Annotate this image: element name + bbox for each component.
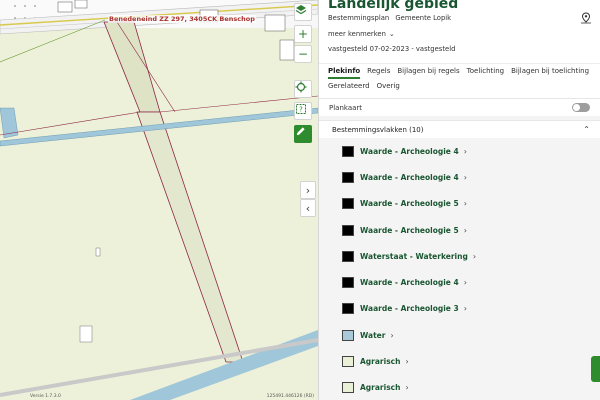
chevron-right-icon: › bbox=[463, 146, 467, 156]
list-item[interactable]: Waarde - Archeologie 3 › bbox=[319, 296, 600, 322]
item-label: Waarde - Archeologie 5 bbox=[360, 225, 459, 235]
color-swatch bbox=[342, 382, 354, 394]
item-label: Waarde - Archeologie 5 bbox=[360, 199, 459, 209]
layers-icon bbox=[295, 5, 307, 15]
list-item[interactable]: Agrarisch › bbox=[319, 375, 600, 400]
chevron-right-icon: › bbox=[463, 225, 467, 235]
chevron-up-icon: ⌃ bbox=[583, 125, 590, 134]
chevron-down-icon: ⌄ bbox=[388, 30, 395, 38]
coordinate-readout: 125491.446126 (RD) bbox=[266, 394, 314, 399]
chevron-right-icon: › bbox=[405, 383, 409, 393]
panel-header: Landelijk gebied Bestemmingsplan Gemeent… bbox=[319, 0, 600, 63]
color-swatch bbox=[342, 171, 354, 183]
plan-subtitle: Bestemmingsplan Gemeente Lopik bbox=[328, 14, 455, 22]
item-label: Waarde - Archeologie 4 bbox=[360, 278, 459, 288]
list-item[interactable]: Waarde - Archeologie 4 › bbox=[319, 138, 600, 164]
plankaart-label: Plankaart bbox=[329, 103, 363, 112]
color-swatch bbox=[342, 277, 354, 289]
map-pin-icon[interactable] bbox=[580, 12, 592, 24]
chevron-right-icon: › bbox=[463, 278, 467, 288]
address-label: Benedeneind ZZ 297, 3405CK Benschop bbox=[108, 15, 256, 23]
locate-button[interactable] bbox=[294, 80, 312, 98]
tab-regels[interactable]: Regels bbox=[367, 67, 390, 79]
more-properties-label: meer kenmerken bbox=[328, 30, 386, 38]
chevron-right-icon: › bbox=[463, 304, 467, 314]
plan-type: Bestemmingsplan bbox=[328, 14, 390, 22]
tab-toelichting[interactable]: Toelichting bbox=[467, 67, 504, 79]
chevron-right-icon: › bbox=[463, 199, 467, 209]
measure-button[interactable]: ? bbox=[294, 102, 312, 120]
more-properties-toggle[interactable]: meer kenmerken ⌄ bbox=[328, 30, 395, 38]
plan-status: vastgesteld 07-02-2023 - vastgesteld bbox=[328, 45, 456, 53]
next-button[interactable]: › bbox=[300, 181, 316, 199]
color-swatch bbox=[342, 145, 354, 157]
color-swatch bbox=[342, 250, 354, 262]
section-title: Bestemmingsvlakken (10) bbox=[332, 125, 424, 134]
list-item[interactable]: Water › bbox=[319, 322, 600, 348]
chevron-right-icon: › bbox=[405, 357, 409, 367]
color-swatch bbox=[342, 356, 354, 368]
zoom-in-button[interactable]: + bbox=[294, 25, 312, 43]
item-label: Agrarisch bbox=[360, 383, 401, 393]
tab-bijlagen-toelichting[interactable]: Bijlagen bij toelichting bbox=[511, 67, 589, 79]
measure-icon: ? bbox=[296, 104, 306, 114]
tab-bijlagen-regels[interactable]: Bijlagen bij regels bbox=[397, 67, 459, 79]
bestemmingsvlakken-list: Waarde - Archeologie 4 › Waarde - Archeol… bbox=[319, 138, 600, 400]
list-item[interactable]: Waarde - Archeologie 5 › bbox=[319, 191, 600, 217]
tab-overig[interactable]: Overig bbox=[377, 82, 400, 92]
tab-bar: Plekinfo Regels Bijlagen bij regels Toel… bbox=[319, 63, 600, 98]
item-label: Waterstaat - Waterkering bbox=[360, 251, 468, 261]
map-drawing bbox=[0, 0, 318, 400]
plan-owner: Gemeente Lopik bbox=[395, 14, 452, 22]
item-label: Waarde - Archeologie 3 bbox=[360, 304, 459, 314]
list-item[interactable]: Waarde - Archeologie 4 › bbox=[319, 269, 600, 295]
tab-plekinfo[interactable]: Plekinfo bbox=[328, 67, 361, 79]
plan-title: Landelijk gebied bbox=[328, 0, 459, 12]
list-item[interactable]: Waarde - Archeologie 4 › bbox=[319, 164, 600, 190]
tab-gerelateerd[interactable]: Gerelateerd bbox=[328, 82, 370, 92]
version-label: Versie 1.7.3.0 bbox=[30, 394, 61, 399]
crosshair-icon bbox=[295, 81, 307, 93]
color-swatch bbox=[342, 329, 354, 341]
pencil-icon bbox=[296, 127, 305, 136]
svg-text:?: ? bbox=[299, 106, 303, 114]
map-canvas[interactable]: Benedeneind ZZ 297, 3405CK Benschop Vers… bbox=[0, 0, 318, 400]
plankaart-row: Plankaart bbox=[319, 98, 600, 116]
layers-button[interactable] bbox=[294, 3, 312, 21]
list-item[interactable]: Waarde - Archeologie 5 › bbox=[319, 217, 600, 243]
item-label: Agrarisch bbox=[360, 357, 401, 367]
item-label: Waarde - Archeologie 4 bbox=[360, 172, 459, 182]
color-swatch bbox=[342, 198, 354, 210]
color-swatch bbox=[342, 224, 354, 236]
info-panel: Landelijk gebied Bestemmingsplan Gemeent… bbox=[318, 0, 600, 400]
plankaart-toggle[interactable] bbox=[572, 103, 590, 112]
chevron-right-icon: › bbox=[472, 251, 477, 261]
chevron-right-icon: › bbox=[390, 330, 394, 340]
draw-button[interactable] bbox=[294, 125, 312, 143]
bestemmingsvlakken-header[interactable]: Bestemmingsvlakken (10) ⌃ bbox=[319, 120, 600, 138]
item-label: Water bbox=[360, 330, 386, 340]
feedback-tab[interactable] bbox=[591, 356, 600, 382]
list-item[interactable]: Waterstaat - Waterkering › bbox=[319, 243, 600, 269]
list-item[interactable]: Agrarisch › bbox=[319, 348, 600, 374]
zoom-out-button[interactable]: − bbox=[294, 45, 312, 63]
prev-button[interactable]: ‹ bbox=[300, 199, 316, 217]
item-label: Waarde - Archeologie 4 bbox=[360, 146, 459, 156]
chevron-right-icon: › bbox=[463, 172, 467, 182]
color-swatch bbox=[342, 303, 354, 315]
